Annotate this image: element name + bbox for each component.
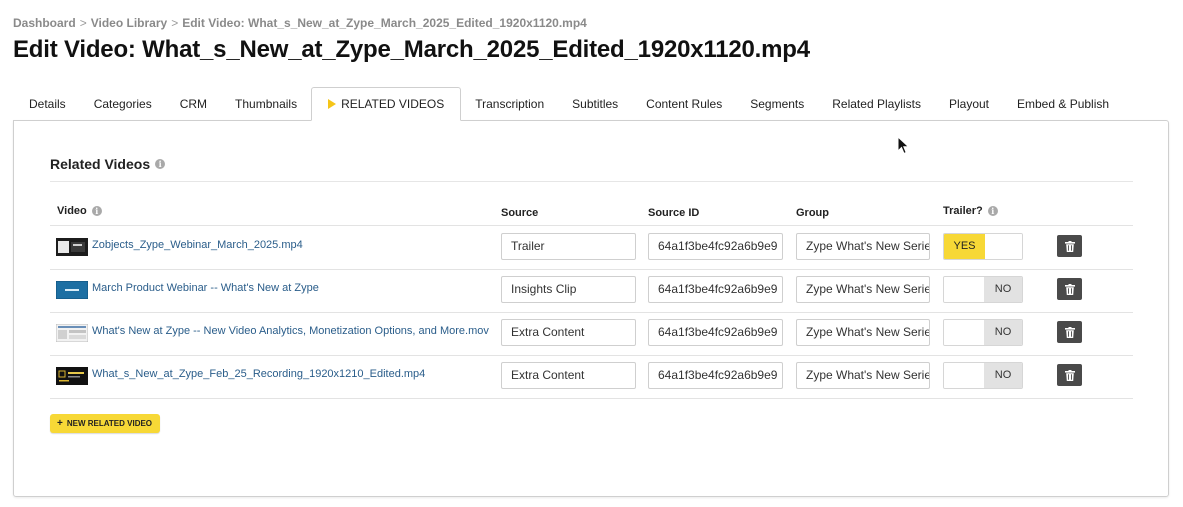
trailer-toggle-no: NO (984, 277, 1022, 302)
delete-button[interactable] (1057, 278, 1082, 300)
page-title: Edit Video: What_s_New_at_Zype_March_202… (13, 36, 810, 63)
related-videos-panel: Related Videos i Video i Source Source I… (13, 120, 1169, 497)
trailer-toggle[interactable]: YES (943, 233, 1023, 260)
chevron-right-icon: > (171, 16, 179, 30)
source-id-input[interactable]: 64a1f3be4fc92a6b9e9 (648, 319, 783, 346)
tab-related-videos[interactable]: RELATED VIDEOS (311, 87, 462, 121)
info-icon[interactable]: i (987, 206, 998, 216)
source-input[interactable]: Trailer (501, 233, 636, 260)
new-related-video-button[interactable]: + NEW RELATED VIDEO (50, 414, 161, 433)
trash-icon (1064, 326, 1075, 338)
video-thumbnail[interactable] (56, 238, 88, 256)
trailer-toggle[interactable]: NO (943, 276, 1023, 303)
group-input[interactable]: Zype What's New Series (796, 233, 930, 260)
trailer-toggle[interactable]: NO (943, 362, 1023, 389)
column-header-group: Group (796, 207, 829, 219)
plus-icon: + (57, 418, 63, 429)
source-id-input[interactable]: 64a1f3be4fc92a6b9e9 (648, 233, 783, 260)
source-input[interactable]: Extra Content (501, 362, 636, 389)
tab-bar: Details Categories CRM Thumbnails RELATE… (14, 87, 1171, 121)
source-id-input[interactable]: 64a1f3be4fc92a6b9e9 (648, 362, 783, 389)
section-title: Related Videos i (50, 156, 166, 172)
video-link[interactable]: Zobjects_Zype_Webinar_March_2025.mp4 (92, 239, 303, 251)
group-input[interactable]: Zype What's New Series (796, 319, 930, 346)
column-header-trailer: Trailer? i (943, 205, 998, 217)
trailer-toggle-no: NO (984, 320, 1022, 345)
trailer-toggle-knob (944, 320, 984, 345)
breadcrumb: Dashboard > Video Library > Edit Video: … (13, 16, 587, 30)
group-input[interactable]: Zype What's New Series (796, 362, 930, 389)
column-header-trailer-label: Trailer? (943, 205, 983, 217)
group-input[interactable]: Zype What's New Series (796, 276, 930, 303)
tab-details[interactable]: Details (14, 89, 80, 120)
breadcrumb-current: Edit Video: What_s_New_at_Zype_March_202… (182, 16, 587, 30)
column-header-source: Source (501, 207, 539, 219)
trailer-toggle-no: NO (984, 363, 1022, 388)
table-row: What_s_New_at_Zype_Feb_25_Recording_1920… (50, 355, 1133, 399)
tab-playout[interactable]: Playout (935, 89, 1003, 120)
video-thumbnail[interactable] (56, 324, 88, 342)
trailer-toggle[interactable]: NO (943, 319, 1023, 346)
trailer-toggle-knob (944, 363, 984, 388)
video-thumbnail[interactable] (56, 281, 88, 299)
source-id-input[interactable]: 64a1f3be4fc92a6b9e9 (648, 276, 783, 303)
tab-crm[interactable]: CRM (166, 89, 221, 120)
trash-icon (1064, 283, 1075, 295)
trash-icon (1064, 240, 1075, 252)
mouse-cursor-icon (897, 136, 910, 155)
divider (50, 181, 1133, 182)
tab-embed-publish[interactable]: Embed & Publish (1003, 89, 1123, 120)
new-related-video-label: NEW RELATED VIDEO (66, 419, 153, 428)
tab-subtitles[interactable]: Subtitles (558, 89, 632, 120)
tab-content-rules[interactable]: Content Rules (632, 89, 736, 120)
breadcrumb-dashboard[interactable]: Dashboard (13, 16, 76, 30)
table-row: What's New at Zype -- New Video Analytic… (50, 312, 1133, 356)
breadcrumb-video-library[interactable]: Video Library (91, 16, 167, 30)
info-icon[interactable]: i (91, 206, 102, 216)
column-header-video-label: Video (57, 205, 87, 217)
video-link[interactable]: What's New at Zype -- New Video Analytic… (92, 325, 489, 337)
table-row: March Product Webinar -- What's New at Z… (50, 269, 1133, 313)
source-input[interactable]: Extra Content (501, 319, 636, 346)
column-header-video: Video i (57, 205, 102, 217)
play-icon (328, 99, 337, 109)
video-thumbnail[interactable] (56, 367, 88, 385)
tab-related-playlists[interactable]: Related Playlists (818, 89, 935, 120)
video-link[interactable]: March Product Webinar -- What's New at Z… (92, 282, 319, 294)
tab-categories[interactable]: Categories (80, 89, 166, 120)
delete-button[interactable] (1057, 364, 1082, 386)
trailer-toggle-yes: YES (944, 234, 985, 259)
info-icon[interactable]: i (155, 159, 166, 169)
trailer-toggle-knob (944, 277, 984, 302)
tab-transcription[interactable]: Transcription (461, 89, 558, 120)
trash-icon (1064, 369, 1075, 381)
table-row: Zobjects_Zype_Webinar_March_2025.mp4 Tra… (50, 226, 1133, 270)
tab-segments[interactable]: Segments (736, 89, 818, 120)
tab-related-videos-label: RELATED VIDEOS (341, 97, 445, 111)
column-header-source-id: Source ID (648, 207, 700, 219)
delete-button[interactable] (1057, 321, 1082, 343)
source-input[interactable]: Insights Clip (501, 276, 636, 303)
chevron-right-icon: > (79, 16, 87, 30)
section-title-text: Related Videos (50, 156, 151, 172)
delete-button[interactable] (1057, 235, 1082, 257)
video-link[interactable]: What_s_New_at_Zype_Feb_25_Recording_1920… (92, 368, 425, 380)
trailer-toggle-knob (985, 234, 1022, 259)
tab-thumbnails[interactable]: Thumbnails (221, 89, 311, 120)
